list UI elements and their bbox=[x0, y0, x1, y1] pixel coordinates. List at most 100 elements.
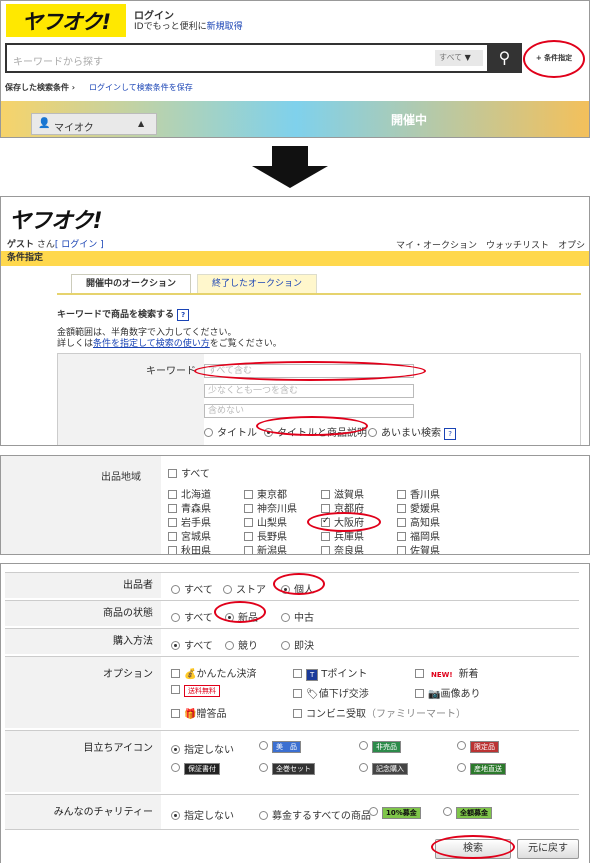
opt-image[interactable]: 📷画像あり bbox=[415, 685, 480, 700]
yahuoku-logo-2[interactable]: ヤフオク! bbox=[9, 203, 103, 235]
icon-none[interactable]: 指定しない bbox=[171, 741, 234, 756]
opt-gift[interactable]: 🎁贈答品 bbox=[171, 705, 226, 720]
charity-row: みんなのチャリティー 指定しない 募金するすべての商品 10%募金 全額募金 bbox=[5, 794, 579, 830]
saved-label: 保存した検索条件 › bbox=[5, 83, 76, 92]
opt-easy-pay[interactable]: 💰かんたん決済 bbox=[171, 665, 256, 680]
pref-0-1[interactable]: 東京都 bbox=[244, 486, 287, 501]
chevron-up-icon: ▲ bbox=[138, 119, 145, 128]
seller-store[interactable]: ストア bbox=[223, 581, 266, 596]
region-panel: 出品地域 すべて 北海道 東京都 滋賀県 香川県 青森県 神奈川県 京都府 愛媛県 岩手県 山梨県… bbox=[0, 455, 590, 555]
pref-4-0[interactable]: 秋田県 bbox=[168, 542, 211, 554]
top-search-panel: ヤフオク! ログイン IDでもっと便利に新規取得 キーワードから探す すべて ▼… bbox=[0, 0, 590, 138]
highlight-ring bbox=[523, 40, 585, 78]
condition-panel: ヤフオク! ゲスト さん[ ログイン ] マイ・オークション ウォッチリスト オ… bbox=[0, 196, 590, 446]
camera-icon: 📷 bbox=[428, 689, 441, 700]
pref-2-0[interactable]: 岩手県 bbox=[168, 514, 211, 529]
pref-1-0[interactable]: 青森県 bbox=[168, 500, 211, 515]
user-icon: 👤 bbox=[38, 118, 51, 129]
tpoint-icon: T bbox=[306, 669, 319, 681]
pref-4-2[interactable]: 奈良県 bbox=[321, 542, 364, 554]
icon-opt-4[interactable]: 全巻セット bbox=[259, 763, 318, 775]
icon-opt-5[interactable]: 記念購入 bbox=[359, 763, 411, 775]
tab-open[interactable]: 開催中のオークション bbox=[71, 274, 191, 294]
category-select[interactable]: すべて ▼ bbox=[435, 50, 483, 66]
scope-title[interactable]: タイトル bbox=[204, 424, 257, 439]
cond-used[interactable]: 中古 bbox=[281, 609, 314, 624]
region-label: 出品地域 bbox=[1, 456, 161, 554]
kw-any-input[interactable]: 少なくとも一つを含む bbox=[204, 384, 414, 398]
howto-link[interactable]: 条件を指定して検索の使い方 bbox=[93, 339, 210, 349]
charity-all[interactable]: 募金するすべての商品 bbox=[259, 807, 371, 822]
icon-opt-2[interactable]: 限定品 bbox=[457, 741, 502, 753]
pref-1-3[interactable]: 愛媛県 bbox=[397, 500, 440, 515]
pref-4-3[interactable]: 佐賀県 bbox=[397, 542, 440, 554]
highlight-ring bbox=[307, 512, 381, 532]
kw-label: キーワード bbox=[58, 354, 204, 445]
myauc-tab[interactable]: 👤 マイオク ▲ bbox=[31, 113, 157, 135]
reset-button[interactable]: 元に戻す bbox=[517, 839, 579, 859]
opt-free-ship[interactable]: 送料無料 bbox=[171, 685, 223, 697]
guest-label: ゲスト bbox=[7, 240, 35, 250]
saved-link[interactable]: ログインして検索条件を保存 bbox=[89, 82, 193, 93]
charity-full[interactable]: 全額募金 bbox=[443, 807, 495, 819]
highlight-ring bbox=[214, 601, 266, 623]
icons-row: 目立ちアイコン 指定しない美 品非売品 限定品 保証書付 全巻セット 記念購入 産地直送 bbox=[5, 730, 579, 792]
filters-panel: 出品者 すべて ストア 個人 商品の状態 すべて 新品 中古 購入方法 すべて … bbox=[0, 563, 590, 863]
highlight-ring bbox=[273, 573, 325, 595]
opt-nego[interactable]: 🏷値下げ交渉 bbox=[293, 685, 369, 700]
pref-3-3[interactable]: 福岡県 bbox=[397, 528, 440, 543]
option-row: オプション 💰かんたん決済 T Tポイント NEW! 新着 送料無料 🏷値下げ交渉 … bbox=[5, 656, 579, 728]
buy-row: 購入方法 すべて 競り 即決 bbox=[5, 628, 579, 654]
pref-1-1[interactable]: 神奈川県 bbox=[244, 500, 297, 515]
register-link[interactable]: 新規取得 bbox=[207, 22, 243, 32]
opt-tpoint[interactable]: T Tポイント bbox=[293, 665, 367, 681]
seller-all[interactable]: すべて bbox=[171, 581, 213, 596]
gift-icon: 🎁 bbox=[184, 709, 197, 720]
icon-opt-1[interactable]: 非売品 bbox=[359, 741, 404, 753]
search-button[interactable]: ⚲ bbox=[487, 43, 522, 73]
nav-myauc[interactable]: マイ・オークション bbox=[396, 241, 477, 251]
yahuoku-logo[interactable]: ヤフオク! bbox=[6, 4, 126, 37]
search-input[interactable]: キーワードから探す bbox=[13, 53, 103, 68]
buy-now[interactable]: 即決 bbox=[281, 637, 314, 652]
icon-opt-6[interactable]: 産地直送 bbox=[457, 763, 509, 775]
kw-title: キーワードで商品を検索する ? bbox=[57, 307, 192, 321]
opt-convenience[interactable]: コンビニ受取（ファミリーマート） bbox=[293, 705, 466, 720]
new-icon: NEW! bbox=[431, 671, 453, 679]
cond-all[interactable]: すべて bbox=[171, 609, 213, 624]
chevron-down-icon: ▼ bbox=[464, 53, 471, 62]
highlight-ring bbox=[256, 416, 368, 436]
note2: 詳しくは条件を指定して検索の使い方をご覧ください。 bbox=[57, 339, 282, 349]
opt-new-arrival[interactable]: NEW! 新着 bbox=[415, 665, 479, 680]
search-bar: キーワードから探す すべて ▼ ⚲ bbox=[5, 43, 522, 73]
tab-closed[interactable]: 終了したオークション bbox=[197, 274, 317, 294]
pref-2-3[interactable]: 高知県 bbox=[397, 514, 440, 529]
login-sub: IDでもっと便利に bbox=[134, 22, 207, 32]
charity-none[interactable]: 指定しない bbox=[171, 807, 234, 822]
icon-opt-0[interactable]: 美 品 bbox=[259, 741, 304, 753]
icon-opt-3[interactable]: 保証書付 bbox=[171, 763, 223, 775]
guest-login-link[interactable]: [ ログイン ] bbox=[55, 240, 104, 250]
banner-text: 開催中 bbox=[391, 113, 428, 127]
pay-icon: 💰 bbox=[184, 669, 197, 680]
pref-0-3[interactable]: 香川県 bbox=[397, 486, 440, 501]
search-icon: ⚲ bbox=[498, 48, 511, 67]
help-icon[interactable]: ? bbox=[177, 309, 190, 321]
nav-watchlist[interactable]: ウォッチリスト bbox=[486, 241, 549, 251]
condition-row: 商品の状態 すべて 新品 中古 bbox=[5, 600, 579, 626]
region-all[interactable]: すべて bbox=[168, 465, 210, 480]
pref-0-2[interactable]: 滋賀県 bbox=[321, 486, 364, 501]
pref-0-0[interactable]: 北海道 bbox=[168, 486, 211, 501]
highlight-ring bbox=[431, 835, 515, 859]
scope-fuzzy[interactable]: あいまい検索 ? bbox=[368, 424, 459, 440]
pref-2-1[interactable]: 山梨県 bbox=[244, 514, 287, 529]
pref-4-1[interactable]: 新潟県 bbox=[244, 542, 287, 554]
charity-10[interactable]: 10%募金 bbox=[369, 807, 424, 819]
tag-icon: 🏷 bbox=[306, 689, 319, 700]
buy-all[interactable]: すべて bbox=[171, 637, 213, 652]
cond-bar: 条件指定 bbox=[1, 251, 589, 266]
pref-3-0[interactable]: 宮城県 bbox=[168, 528, 211, 543]
banner[interactable]: 👤 マイオク ▲ 開催中 bbox=[1, 101, 589, 137]
buy-auction[interactable]: 競り bbox=[225, 637, 258, 652]
pref-3-1[interactable]: 長野県 bbox=[244, 528, 287, 543]
